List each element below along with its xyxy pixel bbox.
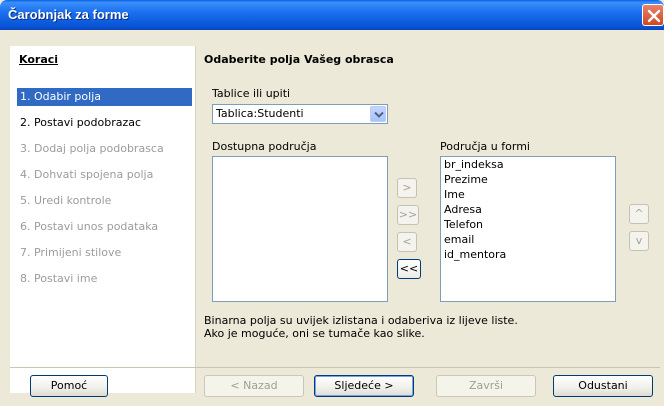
tables-label: Tablice ili upiti (212, 87, 291, 100)
binary-note-line-1: Binarna polja su uvijek izlistana i odab… (204, 314, 518, 327)
add-all-fields-button[interactable]: >> (397, 205, 419, 225)
chevron-down-icon (374, 111, 384, 118)
close-icon (647, 9, 661, 23)
steps-heading: Koraci (19, 53, 59, 66)
table-select[interactable]: Tablica:Studenti (212, 104, 388, 124)
list-item[interactable]: Adresa (444, 203, 482, 216)
table-select-value: Tablica:Studenti (216, 107, 304, 120)
close-button[interactable] (642, 4, 664, 26)
step-4[interactable]: 4. Dohvati spojena polja (17, 166, 192, 184)
cancel-button[interactable]: Odustani (553, 375, 653, 397)
add-field-button[interactable]: > (397, 178, 417, 198)
list-item[interactable]: email (444, 233, 474, 246)
available-fields-list[interactable] (212, 156, 388, 302)
panel-divider (195, 46, 196, 393)
footer-divider (10, 367, 660, 368)
move-down-button[interactable]: v (629, 231, 649, 251)
step-2[interactable]: 2. Postavi podobrazac (17, 114, 192, 132)
list-item[interactable]: Prezime (444, 173, 488, 186)
window-title: Čarobnjak za forme (8, 7, 129, 22)
step-6[interactable]: 6. Postavi unos podataka (17, 218, 192, 236)
form-fields-label: Područja u formi (440, 140, 530, 153)
remove-all-fields-button[interactable]: << (397, 259, 421, 279)
list-item[interactable]: id_mentora (444, 248, 506, 261)
step-7[interactable]: 7. Primijeni stilove (17, 244, 192, 262)
list-item[interactable]: br_indeksa (444, 158, 504, 171)
list-item[interactable]: Telefon (444, 218, 483, 231)
move-up-button[interactable]: ^ (629, 204, 649, 224)
wizard-body: Koraci 1. Odabir polja 2. Postavi podobr… (3, 30, 661, 402)
step-5[interactable]: 5. Uredi kontrole (17, 192, 192, 210)
binary-note-line-2: Ako je moguće, oni se tumače kao slike. (204, 327, 425, 340)
step-3[interactable]: 3. Dodaj polja podobrasca (17, 140, 192, 158)
steps-panel: Koraci 1. Odabir polja 2. Postavi podobr… (10, 46, 195, 393)
back-button[interactable]: < Nazad (204, 375, 304, 397)
available-fields-label: Dostupna područja (212, 140, 317, 153)
next-button[interactable]: Sljedeće > (314, 375, 414, 397)
step-8[interactable]: 8. Postavi ime (17, 270, 192, 288)
title-bar[interactable]: Čarobnjak za forme (0, 0, 664, 30)
help-button[interactable]: Pomoć (30, 375, 108, 397)
finish-button[interactable]: Završi (436, 375, 536, 397)
step-1[interactable]: 1. Odabir polja (17, 88, 192, 106)
form-fields-list[interactable]: br_indeksa Prezime Ime Adresa Telefon em… (440, 156, 616, 302)
remove-field-button[interactable]: < (397, 232, 417, 252)
list-item[interactable]: Ime (444, 188, 465, 201)
page-heading: Odaberite polja Vašeg obrasca (204, 53, 394, 66)
table-select-dropdown-button[interactable] (370, 106, 386, 122)
